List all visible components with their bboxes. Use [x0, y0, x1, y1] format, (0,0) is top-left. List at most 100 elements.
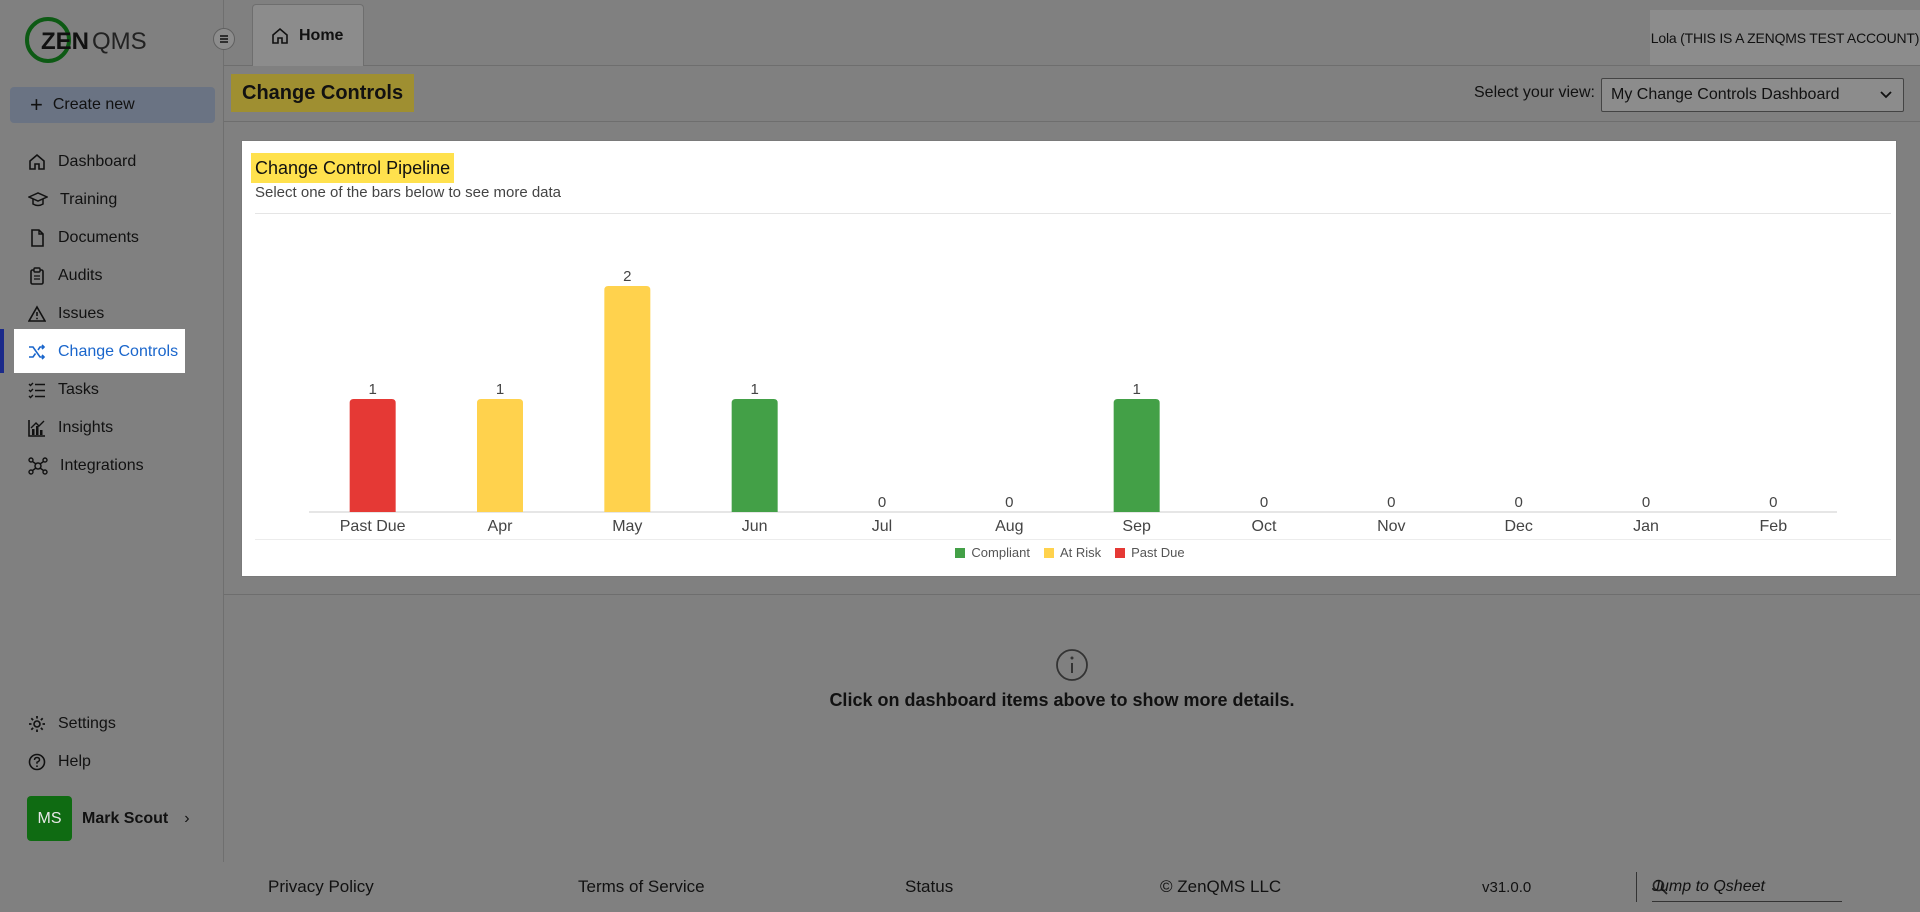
divider [255, 539, 1891, 540]
svg-text:ZEN: ZEN [41, 28, 89, 55]
menu-icon [220, 35, 228, 43]
bar-value-label: 0 [878, 494, 886, 511]
tab-home[interactable]: Home [252, 4, 364, 66]
sidebar-item-settings[interactable]: Settings [0, 705, 224, 743]
status-link[interactable]: Status [905, 877, 953, 897]
sidebar-item-label: Issues [58, 305, 105, 322]
sidebar-item-label: Training [60, 191, 118, 208]
user-menu[interactable]: MS Mark Scout › [27, 796, 190, 841]
page-header: Change Controls Select your view: My Cha… [224, 66, 1920, 122]
x-tick-label: Jan [1633, 518, 1659, 535]
x-tick-label: Jul [872, 518, 892, 535]
chart-icon [28, 420, 45, 437]
legend-label: Compliant [971, 545, 1030, 560]
legend-item[interactable]: Past Due [1115, 545, 1185, 560]
sidebar-item-label: Settings [58, 715, 116, 732]
bar-value-label: 2 [623, 268, 631, 285]
bar-value-label: 0 [1260, 494, 1268, 511]
view-select-label: Select your view: [1474, 84, 1595, 101]
privacy-policy-link[interactable]: Privacy Policy [268, 877, 374, 897]
version-label: v31.0.0 [1482, 879, 1532, 896]
tab-home-label: Home [299, 26, 344, 44]
copyright: © ZenQMS LLC [1160, 877, 1282, 896]
info-message: Click on dashboard items above to show m… [829, 690, 1295, 710]
sidebar-item-training[interactable]: Training [0, 181, 224, 219]
chart-bar[interactable] [731, 399, 778, 512]
qsheet-search[interactable]: Jump to Qsheet [1652, 872, 1842, 902]
x-tick-label: Sep [1122, 518, 1151, 535]
sidebar-item-documents[interactable]: Documents [0, 219, 224, 257]
sidebar-item-label: Dashboard [58, 153, 137, 170]
x-tick-label: Apr [488, 518, 514, 535]
zenqms-logo[interactable]: ZEN QMS [24, 16, 154, 66]
gear-icon [29, 716, 45, 732]
avatar: MS [27, 796, 72, 841]
chart-bar[interactable] [1113, 399, 1160, 512]
divider [255, 213, 1891, 214]
home-icon [272, 27, 288, 44]
create-new-label: Create new [52, 96, 135, 113]
account-menu[interactable]: Lola (THIS IS A ZENQMS TEST ACCOUNT) [1650, 10, 1920, 65]
x-tick-label: Past Due [340, 518, 406, 535]
bar-value-label: 0 [1005, 494, 1013, 511]
network-icon [28, 457, 48, 475]
home-icon [29, 153, 45, 170]
create-new-button[interactable]: + Create new [10, 87, 215, 123]
task-list-icon [28, 382, 45, 399]
divider [1636, 872, 1637, 902]
bar-value-label: 0 [1514, 494, 1522, 511]
user-name: Mark Scout [82, 809, 169, 827]
sidebar-item-label: Tasks [58, 381, 99, 398]
sidebar-item-dashboard[interactable]: Dashboard [0, 143, 224, 181]
bar-value-label: 0 [1769, 494, 1777, 511]
legend-swatch [1115, 547, 1126, 558]
bar-value-label: 1 [750, 381, 758, 398]
sidebar-item-label: Insights [58, 419, 114, 436]
x-tick-label: Oct [1252, 518, 1277, 535]
terms-of-service-link[interactable]: Terms of Service [578, 877, 705, 897]
legend-label: Past Due [1131, 545, 1185, 560]
bar-value-label: 1 [1132, 381, 1140, 398]
sidebar-item-insights[interactable]: Insights [0, 409, 224, 447]
pipeline-card: Change Control Pipeline Select one of th… [241, 140, 1897, 577]
view-select[interactable]: My Change Controls Dashboard [1601, 78, 1904, 112]
bar-value-label: 0 [1387, 494, 1395, 511]
sidebar-item-audits[interactable]: Audits [0, 257, 224, 295]
sidebar-item-change-controls[interactable]: Change Controls [0, 329, 224, 373]
legend-swatch [1043, 547, 1054, 558]
info-icon [1056, 649, 1088, 681]
graduation-cap-icon [28, 192, 48, 207]
sidebar-item-issues[interactable]: Issues [0, 295, 224, 333]
legend-item[interactable]: Compliant [955, 545, 1030, 560]
help-icon [28, 753, 46, 771]
sidebar-item-label: Help [58, 753, 91, 770]
active-indicator [0, 329, 4, 373]
x-tick-label: Dec [1504, 518, 1532, 535]
chart-legend: Compliant At Risk Past Due [242, 545, 1898, 560]
warning-icon [28, 305, 46, 322]
sidebar-item-tasks[interactable]: Tasks [0, 371, 224, 409]
sidebar-item-label: Audits [58, 267, 103, 284]
qsheet-search-input[interactable]: Jump to Qsheet [1652, 878, 1765, 896]
sidebar-item-help[interactable]: Help [0, 743, 224, 781]
chart-bar[interactable] [604, 286, 651, 512]
legend-item[interactable]: At Risk [1043, 545, 1101, 560]
x-tick-label: Aug [995, 518, 1023, 535]
sidebar: ZEN QMS + Create new Dashboard Training … [0, 0, 224, 862]
chart-bar[interactable] [349, 399, 396, 512]
collapse-sidebar-button[interactable] [213, 28, 235, 50]
sidebar-item-integrations[interactable]: Integrations [0, 447, 224, 485]
footer: Privacy Policy Terms of Service Status ©… [0, 862, 1920, 912]
chevron-down-icon [1880, 91, 1892, 99]
sidebar-item-label: Change Controls [58, 343, 179, 360]
chart-bar[interactable] [477, 399, 523, 512]
card-subtitle: Select one of the bars below to see more… [255, 184, 562, 201]
sidebar-bottom-nav: Settings Help [0, 705, 224, 781]
clipboard-icon [30, 267, 44, 285]
bar-value-label: 1 [496, 381, 504, 398]
x-tick-label: Nov [1377, 518, 1405, 535]
top-bar: Home Lola (THIS IS A ZENQMS TEST ACCOUNT… [224, 0, 1920, 66]
page-title: Change Controls [231, 74, 415, 112]
x-tick-label: May [612, 518, 642, 535]
sidebar-item-label: Documents [58, 229, 139, 246]
